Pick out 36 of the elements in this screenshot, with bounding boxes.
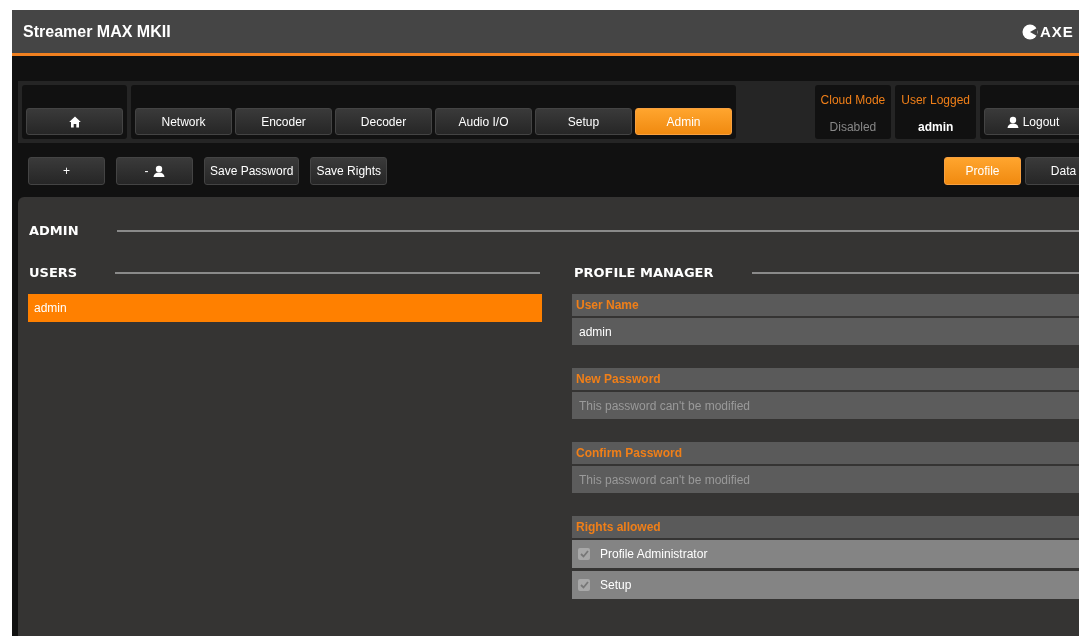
status-value: admin bbox=[917, 120, 954, 134]
logo-icon bbox=[1022, 23, 1038, 40]
check-icon bbox=[579, 550, 589, 558]
status-value: Disabled bbox=[829, 120, 877, 134]
user-icon bbox=[152, 165, 165, 177]
section-heading: ADMIN bbox=[29, 223, 79, 238]
field-label: Confirm Password bbox=[572, 442, 1079, 464]
input-field[interactable]: admin bbox=[572, 318, 1079, 345]
toolbar-button[interactable]: Save Password bbox=[204, 157, 300, 185]
check-icon bbox=[579, 581, 589, 589]
field-label: User Name bbox=[572, 294, 1079, 316]
view-tab[interactable]: Data bbox=[1025, 157, 1079, 185]
nav-tab[interactable]: Encoder bbox=[235, 108, 332, 135]
input-field[interactable]: This password can't be modified bbox=[572, 466, 1079, 493]
nav-tab[interactable]: Setup bbox=[535, 108, 632, 135]
section-heading: PROFILE MANAGER bbox=[574, 265, 714, 280]
remove-user-button[interactable]: - bbox=[116, 157, 193, 185]
logout-button[interactable]: Logout bbox=[984, 108, 1079, 135]
rights-label: Profile Administrator bbox=[600, 547, 708, 561]
home-icon bbox=[68, 115, 81, 128]
status-label: Cloud Mode bbox=[820, 93, 886, 107]
app-title: Streamer MAX MKII bbox=[23, 22, 171, 41]
logo-text: AXE bbox=[1040, 24, 1074, 39]
nav-tab[interactable]: Network bbox=[135, 108, 232, 135]
input-field[interactable]: This password can't be modified bbox=[572, 392, 1079, 419]
section-heading: USERS bbox=[29, 265, 78, 280]
nav-tab[interactable]: Decoder bbox=[335, 108, 432, 135]
field-label: New Password bbox=[572, 368, 1079, 390]
rights-label: Setup bbox=[600, 578, 632, 592]
status-label: User Logged bbox=[901, 93, 970, 107]
add-button[interactable]: + bbox=[28, 157, 105, 185]
nav-tab[interactable]: Audio I/O bbox=[435, 108, 532, 135]
toolbar-button[interactable]: Save Rights bbox=[310, 157, 388, 185]
field-label: Rights allowed bbox=[572, 516, 1079, 538]
home-button[interactable] bbox=[26, 108, 123, 135]
user-icon bbox=[1006, 115, 1019, 128]
